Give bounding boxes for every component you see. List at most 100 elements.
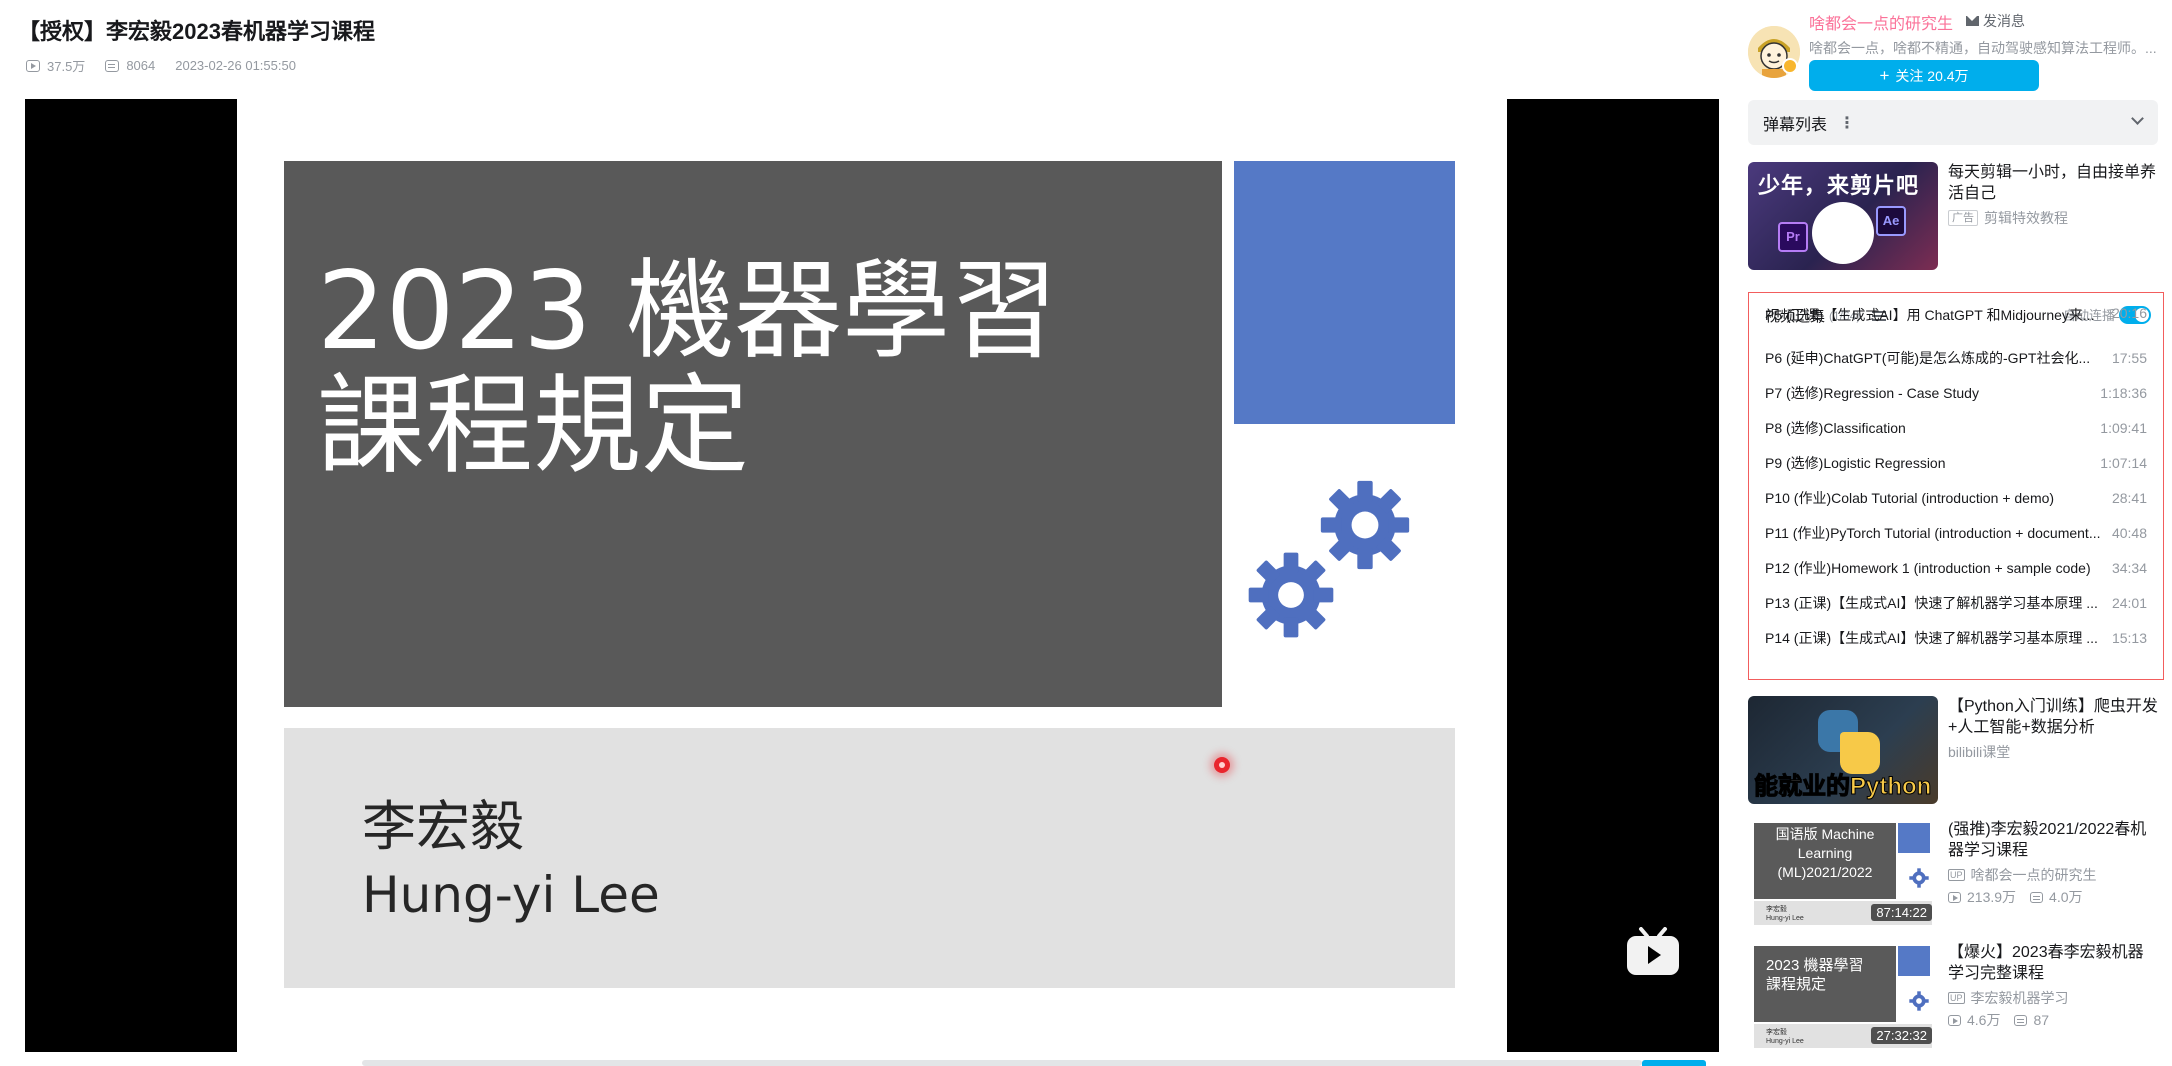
view-count-value: 213.9万 xyxy=(1967,889,2017,905)
playlist-item-title: P14 (正课)【生成式AI】快速了解机器学习基本原理 ... xyxy=(1765,629,2098,646)
danmaku-count-value: 87 xyxy=(2033,1012,2050,1028)
send-message-link[interactable]: 发消息 xyxy=(1966,11,2025,31)
follow-button[interactable]: + 关注 20.4万 xyxy=(1809,60,2039,91)
playlist-item-title: P9 (选修)Logistic Regression xyxy=(1765,454,1946,471)
ad-card[interactable]: 少年，来剪片吧 Pr Ae 每天剪辑一小时，自由接单养活自己 广告 剪辑特效教程 xyxy=(1748,162,2158,270)
premiere-icon: Pr xyxy=(1778,222,1808,252)
recommended-author: 李宏毅机器学习 xyxy=(1970,990,2069,1006)
playlist-item[interactable]: P8 (选修)Classification 1:09:41 xyxy=(1749,410,2163,445)
recommended-title[interactable]: 【Python入门训练】爬虫开发+人工智能+数据分析 xyxy=(1948,696,2158,738)
video-meta: 37.5万 8064 2023-02-26 01:55:50 xyxy=(26,56,316,75)
slide-author-en: Hung-yi Lee xyxy=(362,866,660,924)
danmaku-list-label: 弹幕列表 xyxy=(1763,116,1828,134)
gear-icon xyxy=(1248,552,1334,638)
recommended-video[interactable]: 能就业的Python 【Python入门训练】爬虫开发+人工智能+数据分析 bi… xyxy=(1748,696,2158,804)
thumbnail-blue-block xyxy=(1898,946,1930,976)
slide-title-line1: 2023 機器學習 xyxy=(317,249,1059,374)
video-player[interactable]: 2023 機器學習 課程規定 李宏毅 Hung-yi Lee xyxy=(25,99,1719,1052)
ad-title[interactable]: 每天剪辑一小时，自由接单养活自己 xyxy=(1948,162,2158,204)
view-count-value: 37.5万 xyxy=(47,59,86,74)
playlist-item-title: P13 (正课)【生成式AI】快速了解机器学习基本原理 ... xyxy=(1765,594,2098,611)
playlist-item[interactable]: P13 (正课)【生成式AI】快速了解机器学习基本原理 ... 24:01 xyxy=(1749,585,2163,620)
mail-icon xyxy=(1966,16,1979,26)
slide-blue-block xyxy=(1234,161,1455,424)
view-count: 4.6万 xyxy=(1948,1010,2000,1030)
more-options-icon[interactable]: ⋮ xyxy=(1839,113,1855,133)
gear-icon xyxy=(1909,991,1929,1011)
playlist-item-duration: 34:34 xyxy=(2111,559,2147,576)
publish-time: 2023-02-26 01:55:50 xyxy=(175,58,296,73)
playlist-item[interactable]: P12 (作业)Homework 1 (introduction + sampl… xyxy=(1749,550,2163,585)
danmaku-count-value: 8064 xyxy=(126,58,156,73)
recommended-author-row[interactable]: UP 啥都会一点的研究生 xyxy=(1948,865,2097,885)
playlist-item-title: P10 (作业)Colab Tutorial (introduction + d… xyxy=(1765,489,2055,506)
playlist-item-duration: 40:48 xyxy=(2111,524,2147,541)
recommended-author: 啥都会一点的研究生 xyxy=(1970,867,2097,883)
recommended-thumbnail[interactable]: 能就业的Python xyxy=(1748,696,1938,804)
playlist-item[interactable]: P14 (正课)【生成式AI】快速了解机器学习基本原理 ... 15:13 xyxy=(1749,620,2163,655)
playlist-item-title: P5 (正课)【生成式AI】用 ChatGPT 和Midjourney来... xyxy=(1765,307,2095,323)
playlist-item-duration: 1:07:14 xyxy=(2100,454,2147,471)
playlist-item[interactable]: P10 (作业)Colab Tutorial (introduction + d… xyxy=(1749,480,2163,515)
video-title: 【授权】李宏毅2023春机器学习课程 xyxy=(18,19,375,44)
ghost-mascot-icon xyxy=(1812,202,1874,264)
up-tag-icon: UP xyxy=(1948,869,1965,881)
thumbnail-caption-a: 能就业的 xyxy=(1754,773,1851,801)
follow-label: 关注 20.4万 xyxy=(1895,67,1969,84)
ad-tag: 广告 xyxy=(1948,210,1978,226)
recommended-title[interactable]: (强推)李宏毅2021/2022春机器学习课程 xyxy=(1948,819,2158,861)
ad-source[interactable]: 剪辑特效教程 xyxy=(1984,208,2068,228)
uploader-name[interactable]: 啥都会一点的研究生 xyxy=(1809,10,1953,34)
play-count-icon xyxy=(1948,1014,1961,1026)
episode-playlist: 视频选集 (1/64) 自动连播 P5 (正课)【生成式AI】用 ChatGPT… xyxy=(1748,292,2164,680)
playlist-item-duration: 1:09:41 xyxy=(2100,419,2147,436)
playlist-item-duration: 24:01 xyxy=(2111,594,2147,611)
recommended-video[interactable]: 国语版 Machine Learning (ML)2021/2022 李宏毅 H… xyxy=(1748,819,2158,927)
playlist-item[interactable]: P11 (作业)PyTorch Tutorial (introduction +… xyxy=(1749,515,2163,550)
recommended-thumbnail[interactable]: 国语版 Machine Learning (ML)2021/2022 李宏毅 H… xyxy=(1748,819,1938,927)
playlist-item[interactable]: P9 (选修)Logistic Regression 1:07:14 xyxy=(1749,445,2163,480)
playlist-item-duration: 15:13 xyxy=(2111,629,2147,646)
up-tag-icon: UP xyxy=(1948,992,1965,1004)
uploader-card: 啥都会一点的研究生 发消息 啥都会一点，啥都不精通，自动驾驶感知算法工程师。..… xyxy=(1748,8,2158,91)
recommended-title[interactable]: 【爆火】2023春李宏毅机器学习完整课程 xyxy=(1948,942,2158,984)
playlist-item[interactable]: P7 (选修)Regression - Case Study 1:18:36 xyxy=(1749,375,2163,410)
recommended-author-row[interactable]: UP 李宏毅机器学习 xyxy=(1948,988,2069,1008)
slide-title: 2023 機器學習 課程規定 xyxy=(317,254,1058,484)
thumbnail-caption: 国语版 Machine Learning (ML)2021/2022 xyxy=(1775,826,1875,880)
thumbnail-author: 李宏毅 Hung-yi Lee xyxy=(1766,1029,1804,1045)
slide-frame: 2023 機器學習 課程規定 李宏毅 Hung-yi Lee xyxy=(237,99,1507,1052)
chevron-down-icon[interactable] xyxy=(2131,112,2144,125)
progress-track[interactable] xyxy=(362,1060,1642,1066)
after-effects-icon: Ae xyxy=(1876,206,1906,236)
playlist-item[interactable]: P6 (延申)ChatGPT(可能)是怎么炼成的-GPT社会化... 17:55 xyxy=(1749,340,2163,375)
view-count: 37.5万 xyxy=(26,56,85,75)
ad-thumbnail[interactable]: 少年，来剪片吧 Pr Ae xyxy=(1748,162,1938,270)
view-count: 213.9万 xyxy=(1948,887,2016,907)
thumbnail-caption-b: Python xyxy=(1849,773,1932,801)
recommended-author[interactable]: bilibili课堂 xyxy=(1948,742,2010,762)
playlist-item[interactable]: P5 (正课)【生成式AI】用 ChatGPT 和Midjourney来... … xyxy=(1749,305,2163,340)
playlist-item-title: P12 (作业)Homework 1 (introduction + sampl… xyxy=(1765,559,2091,576)
recommended-stats: 4.6万 87 xyxy=(1948,1010,2063,1030)
progress-button[interactable] xyxy=(1642,1060,1706,1066)
video-duration: 87:14:22 xyxy=(1871,904,1932,921)
thumbnail-author: 李宏毅 Hung-yi Lee xyxy=(1766,906,1804,922)
playlist-item-duration: 20:16 xyxy=(2111,305,2147,321)
playlist-item-title: P6 (延申)ChatGPT(可能)是怎么炼成的-GPT社会化... xyxy=(1765,349,2091,366)
thumbnail-caption: 2023 機器學習 課程規定 xyxy=(1766,957,1864,993)
bilibili-tv-icon[interactable] xyxy=(1625,927,1681,977)
danmaku-icon xyxy=(105,59,120,72)
slide-author-panel: 李宏毅 Hung-yi Lee xyxy=(284,728,1455,988)
danmaku-list-toggle[interactable]: 弹幕列表 ⋮ xyxy=(1748,100,2158,145)
danmaku-count-value: 4.0万 xyxy=(2049,889,2083,905)
video-duration: 27:32:32 xyxy=(1871,1027,1932,1044)
laser-pointer xyxy=(1214,757,1230,773)
ad-meta: 广告 剪辑特效教程 xyxy=(1948,208,2068,228)
recommended-video[interactable]: 2023 機器學習 課程規定 李宏毅 Hung-yi Lee 27:32:32 … xyxy=(1748,942,2158,1050)
danmaku-count: 8064 xyxy=(105,58,155,73)
send-message-label: 发消息 xyxy=(1983,13,2025,29)
danmaku-icon xyxy=(2014,1014,2028,1026)
ad-thumbnail-text: 少年，来剪片吧 xyxy=(1758,173,1920,198)
recommended-thumbnail[interactable]: 2023 機器學習 課程規定 李宏毅 Hung-yi Lee 27:32:32 xyxy=(1748,942,1938,1050)
